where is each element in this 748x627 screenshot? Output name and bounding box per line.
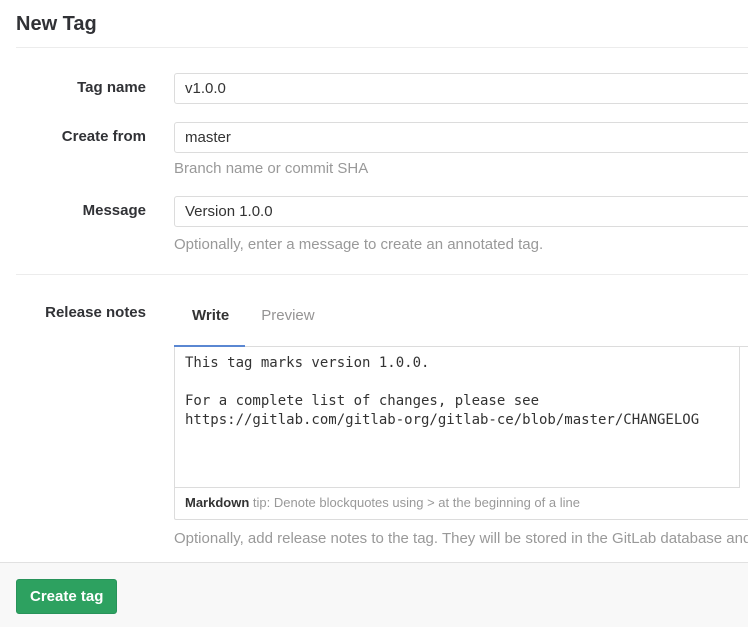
release-notes-row: Release notes Write Preview This tag mar… xyxy=(16,275,748,548)
release-notes-textarea[interactable]: This tag marks version 1.0.0. For a comp… xyxy=(175,347,740,488)
new-tag-form: Tag name Create from Branch name or comm… xyxy=(16,48,748,627)
create-from-label: Create from xyxy=(16,122,146,179)
message-row: Message Optionally, enter a message to c… xyxy=(16,196,748,255)
markdown-tip-text: tip: Denote blockquotes using > at the b… xyxy=(249,495,580,510)
message-label: Message xyxy=(16,196,146,255)
create-from-help-text: Branch name or commit SHA xyxy=(174,159,748,179)
markdown-tip-prefix: Markdown xyxy=(185,495,249,510)
tab-preview[interactable]: Preview xyxy=(245,306,330,346)
tab-write[interactable]: Write xyxy=(174,306,245,346)
release-notes-help-text: Optionally, add release notes to the tag… xyxy=(174,530,748,548)
page-content: New Tag Tag name Create from Branch name… xyxy=(0,0,748,627)
page-title: New Tag xyxy=(16,0,748,48)
message-input[interactable] xyxy=(174,196,748,227)
tag-name-label: Tag name xyxy=(16,73,146,104)
tag-name-input[interactable] xyxy=(174,73,748,104)
release-notes-label: Release notes xyxy=(16,275,146,548)
markdown-area: This tag marks version 1.0.0. For a comp… xyxy=(174,346,748,520)
create-tag-button[interactable]: Create tag xyxy=(16,579,117,614)
tag-name-row: Tag name xyxy=(16,73,748,104)
markdown-tip: Markdown tip: Denote blockquotes using >… xyxy=(175,488,748,519)
message-help-text: Optionally, enter a message to create an… xyxy=(174,235,748,255)
create-from-row: Create from Branch name or commit SHA xyxy=(16,122,748,179)
release-notes-tabs: Write Preview xyxy=(174,275,748,346)
create-from-input[interactable] xyxy=(174,122,748,153)
form-actions: Create tag xyxy=(0,562,748,627)
